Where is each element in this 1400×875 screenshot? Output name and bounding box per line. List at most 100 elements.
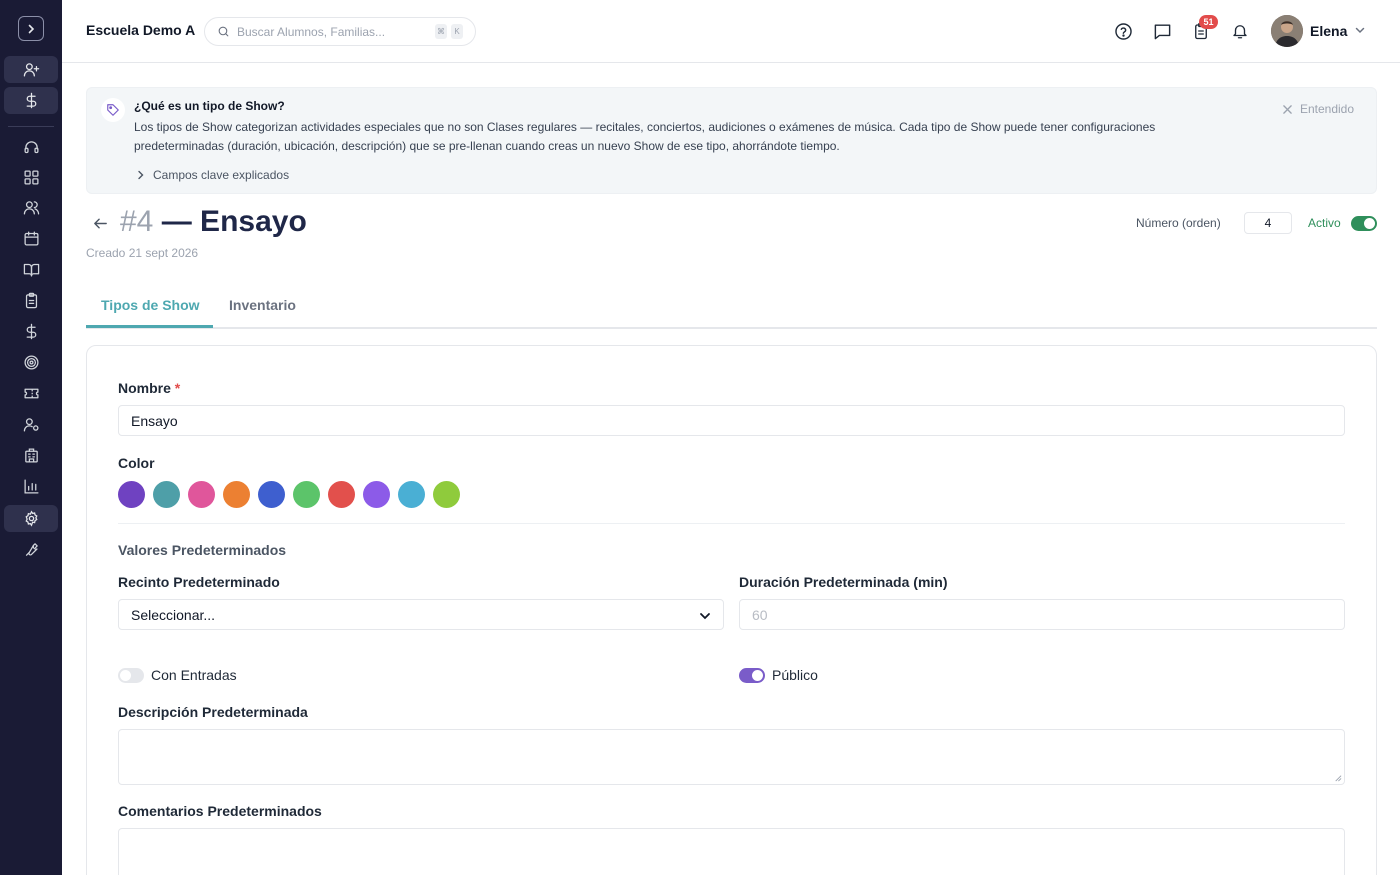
sidebar-item-users[interactable]: [4, 194, 58, 221]
sidebar-expand-button[interactable]: [18, 16, 44, 41]
duration-label: Duración Predeterminada (min): [739, 574, 948, 590]
toggle-knob: [120, 670, 131, 681]
clipboard-icon: [25, 292, 37, 309]
user-gear-icon: [23, 418, 39, 432]
target-icon: [23, 355, 39, 370]
sidebar-item-support[interactable]: [4, 134, 58, 161]
active-label: Activo: [1308, 216, 1341, 230]
chevron-down-icon: [700, 613, 710, 620]
help-button[interactable]: [1113, 21, 1133, 41]
color-swatch[interactable]: [293, 481, 320, 508]
notifications-button[interactable]: [1230, 21, 1250, 41]
name-label: Nombre *: [118, 380, 180, 396]
message-square-icon: [1154, 23, 1170, 39]
tab-inventory[interactable]: Inventario: [229, 297, 296, 313]
section-divider: [118, 523, 1345, 524]
avatar[interactable]: [1271, 15, 1303, 47]
key-fields-toggle[interactable]: Campos clave explicados: [137, 168, 289, 182]
toggle-knob: [1364, 218, 1375, 229]
defaults-section-title: Valores Predeterminados: [118, 542, 287, 558]
building-icon: [24, 448, 38, 463]
sidebar-item-goals[interactable]: [4, 349, 58, 376]
dollar-icon: [26, 323, 36, 340]
gear-icon: [24, 510, 38, 527]
color-swatch[interactable]: [118, 481, 145, 508]
sidebar-item-tools[interactable]: [4, 536, 58, 563]
venue-label: Recinto Predeterminado: [118, 574, 280, 590]
school-name[interactable]: Escuela Demo A: [86, 22, 195, 38]
search-placeholder: Buscar Alumnos, Familias...: [237, 24, 386, 39]
info-body: Los tipos de Show categorizan actividade…: [134, 120, 1156, 153]
dismiss-button[interactable]: Entendido: [1283, 102, 1354, 116]
color-label: Color: [118, 455, 155, 471]
sidebar-item-school[interactable]: [4, 442, 58, 469]
active-toggle[interactable]: [1351, 216, 1377, 231]
key-fields-label: Campos clave explicados: [153, 168, 290, 182]
sidebar-item-tickets[interactable]: [4, 380, 58, 407]
user-plus-icon: [23, 63, 39, 77]
user-menu-toggle[interactable]: [1354, 23, 1366, 41]
description-textarea[interactable]: [118, 729, 1345, 785]
public-label: Público: [772, 667, 818, 683]
color-swatch[interactable]: [433, 481, 460, 508]
order-label: Número (orden): [1136, 216, 1221, 230]
close-icon: [1283, 104, 1292, 114]
order-input[interactable]: 4: [1244, 212, 1292, 234]
dollar-icon: [26, 92, 36, 109]
search-input[interactable]: Buscar Alumnos, Familias... ⌘ K: [204, 17, 476, 46]
kbd-command: ⌘: [435, 24, 447, 39]
public-toggle[interactable]: [739, 668, 765, 683]
messages-button[interactable]: [1152, 21, 1172, 41]
color-swatch[interactable]: [258, 481, 285, 508]
dismiss-label: Entendido: [1299, 102, 1354, 116]
sidebar-item-courses[interactable]: [4, 256, 58, 283]
info-banner: ¿Qué es un tipo de Show? Los tipos de Sh…: [86, 87, 1377, 194]
chevron-right-icon: [138, 170, 144, 180]
bar-chart-icon: [23, 479, 39, 494]
color-swatch[interactable]: [153, 481, 180, 508]
description-label: Descripción Predeterminada: [118, 704, 308, 720]
sidebar: [0, 0, 62, 875]
duration-input[interactable]: 60: [739, 599, 1345, 630]
sidebar-item-dashboard[interactable]: [4, 164, 58, 191]
name-input[interactable]: Ensayo: [118, 405, 1345, 436]
sidebar-item-billing[interactable]: [4, 318, 58, 345]
color-swatch[interactable]: [188, 481, 215, 508]
sidebar-item-calendar[interactable]: [4, 225, 58, 252]
venue-selected-value: Seleccionar...: [131, 606, 216, 623]
user-name[interactable]: Elena: [1310, 23, 1347, 39]
color-swatch[interactable]: [328, 481, 355, 508]
venue-select[interactable]: Seleccionar...: [118, 599, 724, 630]
show-type-form: Nombre * Ensayo Color Valores Predetermi…: [86, 345, 1377, 875]
help-circle-icon: [1114, 22, 1132, 40]
sidebar-item-user-settings[interactable]: [4, 411, 58, 438]
grid-icon: [23, 170, 39, 185]
sidebar-item-attendance[interactable]: [4, 287, 58, 314]
headset-icon: [23, 141, 39, 154]
search-icon: [218, 26, 229, 37]
sidebar-item-reports[interactable]: [4, 473, 58, 500]
tab-show-types[interactable]: Tipos de Show: [101, 297, 200, 313]
color-swatch[interactable]: [223, 481, 250, 508]
back-button[interactable]: [92, 215, 110, 233]
tickets-label: Con Entradas: [151, 667, 237, 683]
user-photo-icon: [1271, 15, 1303, 47]
tickets-toggle[interactable]: [118, 668, 144, 683]
sidebar-item-settings[interactable]: [4, 505, 58, 532]
users-icon: [23, 201, 39, 215]
show-type-number: #4: [120, 205, 154, 238]
color-swatch[interactable]: [363, 481, 390, 508]
comments-textarea[interactable]: [118, 828, 1345, 875]
active-tab-indicator: [86, 325, 213, 328]
name-label-text: Nombre: [118, 380, 171, 396]
created-date: Creado 21 sept 2026: [86, 246, 199, 260]
sidebar-item-add-student[interactable]: [4, 56, 58, 83]
sidebar-divider: [8, 126, 54, 127]
resize-handle-icon: [1335, 775, 1342, 782]
duration-placeholder: 60: [752, 606, 768, 623]
tab-bar: Tipos de Show Inventario: [86, 285, 1377, 329]
show-type-name: — Ensayo: [161, 205, 307, 238]
color-swatch[interactable]: [398, 481, 425, 508]
tag-icon: [101, 98, 125, 122]
sidebar-item-payments[interactable]: [4, 87, 58, 114]
